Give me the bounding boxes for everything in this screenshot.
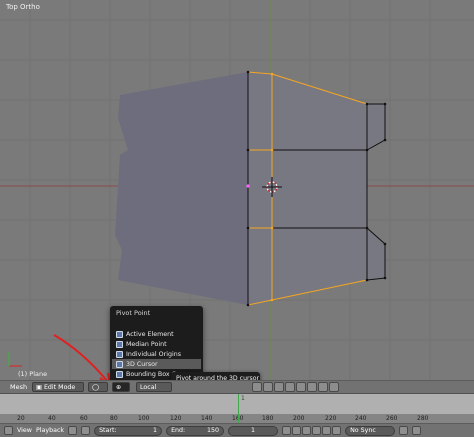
pivot-point-dropdown[interactable]: ⊕ — [112, 382, 130, 392]
tick-label: 240 — [355, 415, 367, 422]
pivot-menu-title: Pivot Point — [116, 309, 151, 317]
individual-origins-icon — [116, 350, 123, 358]
tick-label: 20 — [17, 415, 25, 422]
bounding-box-icon — [116, 370, 123, 378]
viewport-view-label: Top Ortho — [6, 3, 40, 11]
playback-menu[interactable]: Playback — [36, 427, 64, 434]
record-button[interactable] — [68, 426, 78, 435]
tick-label: 180 — [262, 415, 274, 422]
timeline-ruler[interactable] — [0, 394, 474, 414]
pivot-item-3d-cursor[interactable]: 3D Cursor — [112, 359, 201, 369]
tick-label: 260 — [386, 415, 398, 422]
tick-label: 220 — [325, 415, 337, 422]
render-button[interactable] — [318, 382, 328, 392]
jump-end-button[interactable] — [332, 426, 342, 435]
start-label: Start: — [99, 427, 117, 434]
end-frame-field[interactable]: End: 150 — [166, 425, 225, 436]
median-point-icon — [116, 340, 123, 348]
current-frame-label: 1 — [241, 395, 245, 402]
active-object-label: (1) Plane — [18, 370, 48, 378]
orientation-label: Local — [140, 383, 157, 391]
transform-orientation-dropdown[interactable]: Local — [136, 382, 172, 392]
tick-label: 140 — [201, 415, 213, 422]
end-value: 150 — [207, 427, 220, 434]
viewport-shading-dropdown[interactable]: ◯ — [88, 382, 108, 392]
3d-cursor-icon — [116, 360, 123, 368]
pivot-item-label: Individual Origins — [126, 350, 181, 358]
current-frame-field[interactable]: 1 — [228, 425, 279, 436]
jump-start-button[interactable] — [282, 426, 292, 435]
playback-transport-buttons — [282, 426, 342, 435]
pivot-item-individual-origins[interactable]: Individual Origins — [112, 349, 201, 359]
current-frame-value: 1 — [251, 427, 256, 434]
edge-select-button[interactable] — [263, 382, 273, 392]
view-menu[interactable]: View — [17, 427, 32, 434]
mode-dropdown[interactable]: ▣ Edit Mode — [32, 382, 84, 392]
end-label: End: — [171, 427, 186, 434]
axis-gizmo-icon — [8, 352, 22, 367]
3d-viewport[interactable]: Top Ortho (1) Plane — [0, 0, 474, 380]
occlude-geometry-button[interactable] — [285, 382, 295, 392]
start-frame-field[interactable]: Start: 1 — [94, 425, 163, 436]
tick-label: 280 — [417, 415, 429, 422]
prev-keyframe-button[interactable] — [292, 426, 302, 435]
sync-label: No Sync — [350, 427, 376, 434]
face-select-button[interactable] — [274, 382, 284, 392]
pivot-item-active-element[interactable]: Active Element — [112, 329, 201, 339]
keying-button[interactable] — [412, 426, 422, 435]
pivot-item-label: 3D Cursor — [126, 360, 158, 368]
tick-label: 60 — [80, 415, 88, 422]
keying-set-button[interactable] — [81, 426, 91, 435]
header-tool-buttons — [252, 382, 339, 392]
pivot-item-label: Active Element — [126, 330, 174, 338]
proportional-edit-button[interactable] — [296, 382, 306, 392]
play-reverse-button[interactable] — [302, 426, 312, 435]
mode-label: Edit Mode — [43, 383, 76, 391]
timeline[interactable]: 20 40 60 80 100 120 140 160 180 200 220 … — [0, 393, 474, 424]
playback-bar: View Playback Start: 1 End: 150 1 No Syn… — [0, 423, 474, 437]
keyframe-options-button[interactable] — [399, 426, 409, 435]
edit-mode-icon: ▣ — [36, 383, 42, 391]
play-button[interactable] — [312, 426, 322, 435]
snap-button[interactable] — [307, 382, 317, 392]
camera-button[interactable] — [329, 382, 339, 392]
active-element-icon — [116, 330, 123, 338]
start-value: 1 — [153, 427, 158, 434]
tick-label: 100 — [138, 415, 150, 422]
tick-label: 200 — [293, 415, 305, 422]
pivot-cursor-icon: ⊕ — [116, 383, 122, 391]
tick-label: 40 — [48, 415, 56, 422]
pivot-item-label: Median Point — [126, 340, 167, 348]
viewport-header: Mesh ▣ Edit Mode ◯ ⊕ Local — [0, 380, 474, 393]
sync-dropdown[interactable]: No Sync — [345, 425, 396, 436]
tick-label: 120 — [170, 415, 182, 422]
editor-type-button[interactable] — [4, 426, 13, 435]
viewport-grid — [0, 0, 474, 380]
mesh-menu[interactable]: Mesh — [10, 383, 32, 391]
shading-sphere-icon: ◯ — [92, 383, 100, 391]
pivot-item-label: Bounding Box C — [126, 370, 176, 378]
vertex-select-button[interactable] — [252, 382, 262, 392]
pivot-item-median-point[interactable]: Median Point — [112, 339, 201, 349]
next-keyframe-button[interactable] — [322, 426, 332, 435]
current-frame-marker[interactable] — [238, 394, 239, 424]
tick-label: 80 — [110, 415, 118, 422]
